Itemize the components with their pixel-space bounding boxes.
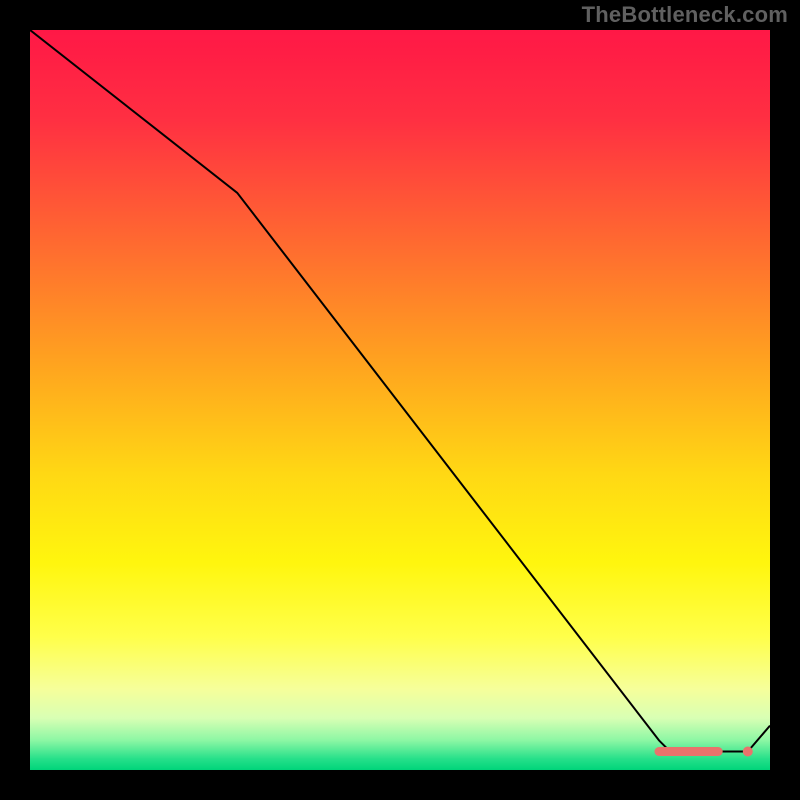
- watermark-text: TheBottleneck.com: [582, 2, 788, 28]
- plot-svg: [30, 30, 770, 770]
- plot-area: [30, 30, 770, 770]
- chart-container: TheBottleneck.com: [0, 0, 800, 800]
- gradient-background: [30, 30, 770, 770]
- optimal-end-dot: [743, 747, 753, 757]
